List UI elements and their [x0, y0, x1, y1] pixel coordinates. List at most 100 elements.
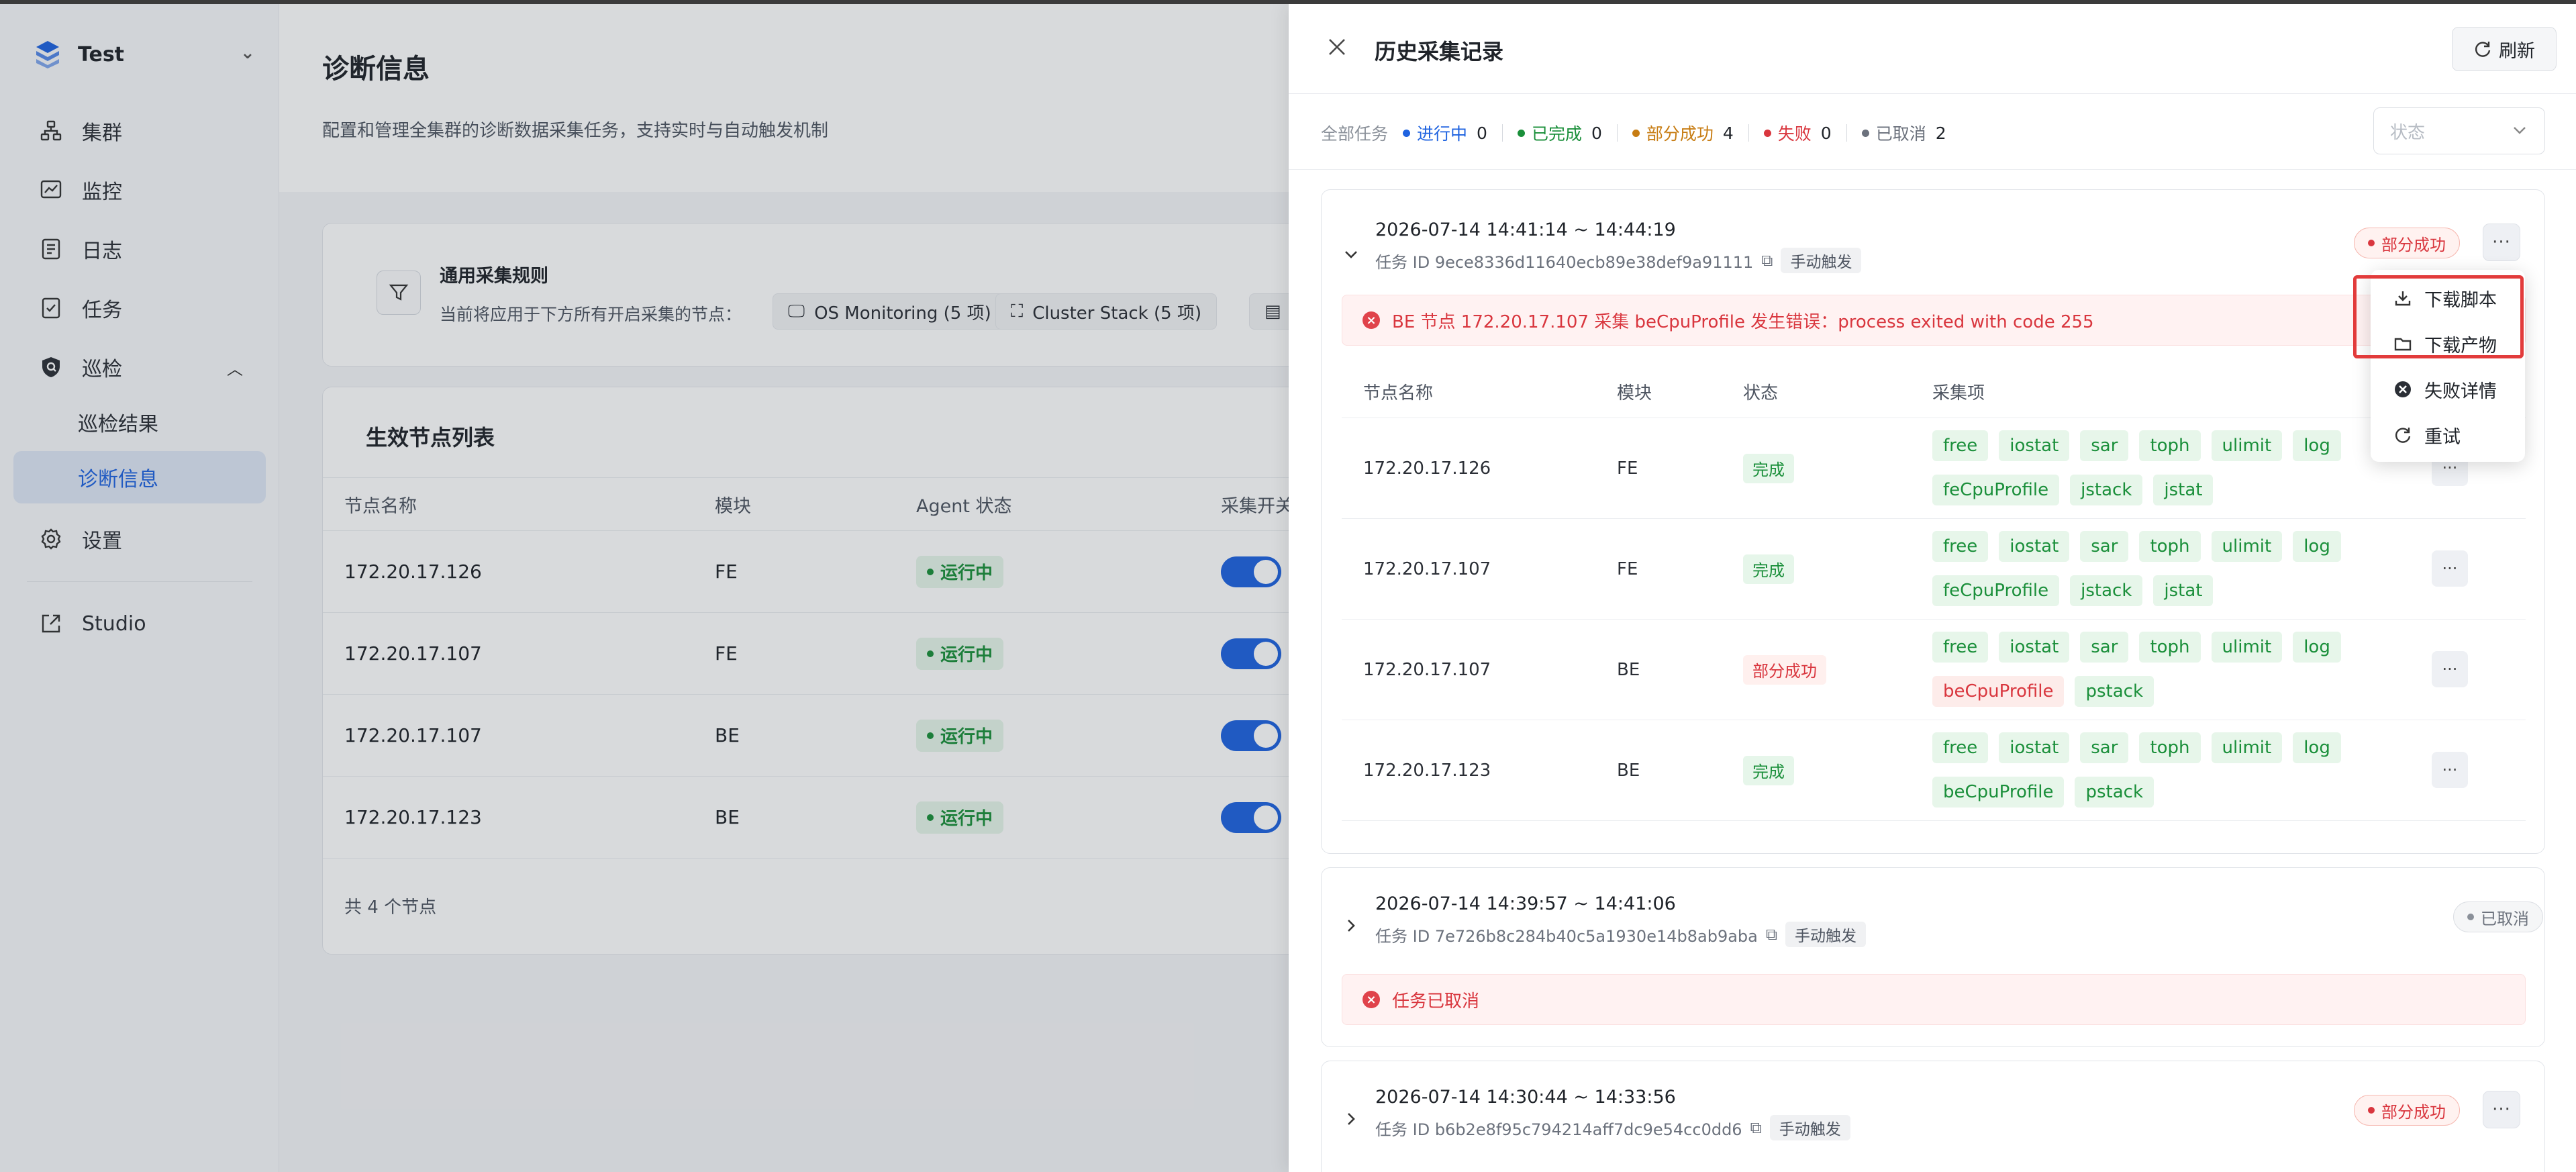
row-more-button[interactable]: ··· — [2432, 752, 2468, 788]
select-placeholder: 状态 — [2390, 122, 2426, 143]
task-card: 2026-07-14 14:30:44 ~ 14:33:56 任务 ID b6b… — [1321, 1061, 2545, 1172]
history-drawer: 历史采集记录 刷新 全部任务 进行中 0 已完成 0 部分成功 4 失败 0 已取消 2 … — [1289, 4, 2576, 1172]
more-options-button[interactable]: ··· — [2483, 1091, 2520, 1128]
stat-label: 进行中 — [1417, 124, 1468, 144]
trigger-tag: 手动触发 — [1785, 922, 1866, 947]
error-banner: × 任务已取消 — [1342, 974, 2526, 1025]
window-top-bar — [0, 0, 2576, 4]
status-badge: 部分成功 — [1743, 654, 1826, 685]
collect-items: free iostat sar toph ulimit log feCpuProfile js… — [1932, 531, 2416, 606]
task-id-label: 任务 ID 7e726b8c284b40c5a1930e14b8ab9aba — [1375, 926, 1758, 946]
divider — [1289, 169, 2576, 170]
collect-items: free iostat sar toph ulimit log feCpuProfile js… — [1932, 430, 2416, 505]
copy-icon[interactable]: ⧉ — [1761, 251, 1773, 270]
collect-item-tag: ulimit — [2211, 531, 2283, 562]
error-message: BE 节点 172.20.17.107 采集 beCpuProfile 发生错误… — [1392, 311, 2094, 332]
collect-item-tag: log — [2293, 430, 2341, 461]
copy-icon[interactable]: ⧉ — [1766, 925, 1777, 944]
menu-item-failure-details[interactable]: 失败详情 — [2371, 368, 2525, 411]
collect-item-tag: jstack — [2070, 575, 2143, 606]
collect-item-tag: toph — [2139, 632, 2201, 663]
drawer-header: 历史采集记录 刷新 — [1289, 4, 2576, 94]
stat-count: 0 — [1591, 123, 1602, 143]
drawer-title: 历史采集记录 — [1375, 39, 1504, 64]
table-row: 172.20.17.123 BE 完成 free iostat sar toph uli… — [1342, 720, 2526, 821]
status-cell: 部分成功 — [1743, 620, 1826, 720]
collect-item-tag: free — [1932, 632, 1989, 663]
status-badge: 完成 — [1743, 453, 1794, 483]
status-badge: 已取消 — [2453, 901, 2543, 932]
status-cell: 完成 — [1743, 519, 1794, 619]
chevron-right-icon[interactable] — [1339, 1107, 1363, 1131]
copy-icon[interactable]: ⧉ — [1750, 1118, 1762, 1137]
stat-label: 已完成 — [1531, 124, 1582, 144]
collect-item-tag: iostat — [1999, 632, 2070, 663]
status-label: 部分成功 — [2381, 235, 2446, 254]
drawer-backdrop[interactable] — [0, 4, 1289, 1172]
chevron-down-icon[interactable] — [1339, 242, 1363, 266]
collect-item-tag: free — [1932, 732, 1989, 763]
table-row: 172.20.17.126 FE 完成 free iostat sar toph uli… — [1342, 418, 2526, 519]
stat-count: 0 — [1820, 123, 1832, 143]
status-badge: 完成 — [1743, 554, 1794, 584]
stat-cancelled[interactable]: 已取消 2 — [1861, 121, 1946, 145]
task-stats: 全部任务 进行中 0 已完成 0 部分成功 4 失败 0 已取消 2 — [1321, 121, 1961, 145]
stat-label: 已取消 — [1875, 124, 1926, 144]
status-filter-select[interactable]: 状态 — [2373, 107, 2545, 154]
task-id: 任务 ID 9ece8336d11640ecb89e38def9a91111 ⧉… — [1375, 248, 1862, 273]
row-more-button[interactable]: ··· — [2432, 651, 2468, 687]
menu-item-label: 重试 — [2424, 426, 2461, 448]
menu-item-retry[interactable]: 重试 — [2371, 413, 2525, 456]
collect-item-tag: beCpuProfile — [1932, 777, 2065, 808]
collect-item-tag: iostat — [1999, 430, 2070, 461]
stat-all[interactable]: 全部任务 — [1321, 121, 1388, 145]
highlight-box — [2353, 275, 2524, 358]
collect-item-tag: feCpuProfile — [1932, 475, 2060, 505]
stat-partial[interactable]: 部分成功 4 — [1632, 121, 1734, 145]
trigger-tag: 手动触发 — [1769, 1115, 1850, 1140]
column-header: 节点名称 — [1363, 383, 1434, 403]
node-name: 172.20.17.107 — [1363, 558, 1491, 579]
status-label: 部分成功 — [2381, 1102, 2446, 1122]
collect-items: free iostat sar toph ulimit log beCpuProfile ps… — [1932, 632, 2416, 707]
task-time: 2026-07-14 14:30:44 ~ 14:33:56 — [1375, 1087, 1676, 1108]
column-header: 采集项 — [1932, 383, 1985, 403]
refresh-icon — [2475, 42, 2491, 57]
stat-count: 2 — [1935, 123, 1946, 143]
row-more-button[interactable]: ··· — [2432, 550, 2468, 587]
chevron-right-icon[interactable] — [1339, 914, 1363, 938]
status-label: 已取消 — [2481, 909, 2529, 928]
more-options-button[interactable]: ··· — [2483, 224, 2520, 261]
table-row: 172.20.17.107 BE 部分成功 free iostat sar toph u… — [1342, 620, 2526, 720]
stat-label: 部分成功 — [1646, 124, 1714, 144]
error-banner: × BE 节点 172.20.17.107 采集 beCpuProfile 发生… — [1342, 295, 2526, 346]
task-time: 2026-07-14 14:41:14 ~ 14:44:19 — [1375, 219, 1676, 240]
collect-item-tag: sar — [2080, 732, 2129, 763]
task-id: 任务 ID 7e726b8c284b40c5a1930e14b8ab9aba ⧉… — [1375, 922, 1866, 947]
retry-icon — [2395, 428, 2411, 443]
node-name: 172.20.17.107 — [1363, 659, 1491, 680]
stat-label: 失败 — [1777, 124, 1812, 144]
node-module: BE — [1617, 659, 1640, 680]
column-header: 模块 — [1617, 383, 1652, 403]
x-circle-icon — [2395, 381, 2411, 397]
collect-item-tag: toph — [2139, 430, 2201, 461]
collect-item-tag: jstat — [2153, 575, 2214, 606]
trigger-tag: 手动触发 — [1781, 248, 1862, 273]
stat-done[interactable]: 已完成 0 — [1517, 121, 1602, 145]
node-module: FE — [1617, 458, 1638, 479]
x-circle-icon: × — [1363, 311, 1380, 329]
task-id-label: 任务 ID b6b2e8f95c794214aff7dc9e54cc0dd6 — [1375, 1120, 1742, 1139]
stat-count: 0 — [1477, 123, 1487, 143]
refresh-button[interactable]: 刷新 — [2452, 27, 2557, 71]
menu-item-label: 失败详情 — [2424, 381, 2497, 402]
collect-item-tag: sar — [2080, 531, 2129, 562]
collect-item-tag: sar — [2080, 430, 2129, 461]
close-icon[interactable] — [1325, 35, 1349, 59]
collect-item-tag: iostat — [1999, 531, 2070, 562]
collect-item-tag: toph — [2139, 531, 2201, 562]
error-message: 任务已取消 — [1392, 991, 1480, 1012]
subtable-header: 节点名称 模块 状态 采集项 — [1342, 366, 2526, 418]
stat-failed[interactable]: 失败 0 — [1763, 121, 1832, 145]
stat-running[interactable]: 进行中 0 — [1403, 121, 1487, 145]
